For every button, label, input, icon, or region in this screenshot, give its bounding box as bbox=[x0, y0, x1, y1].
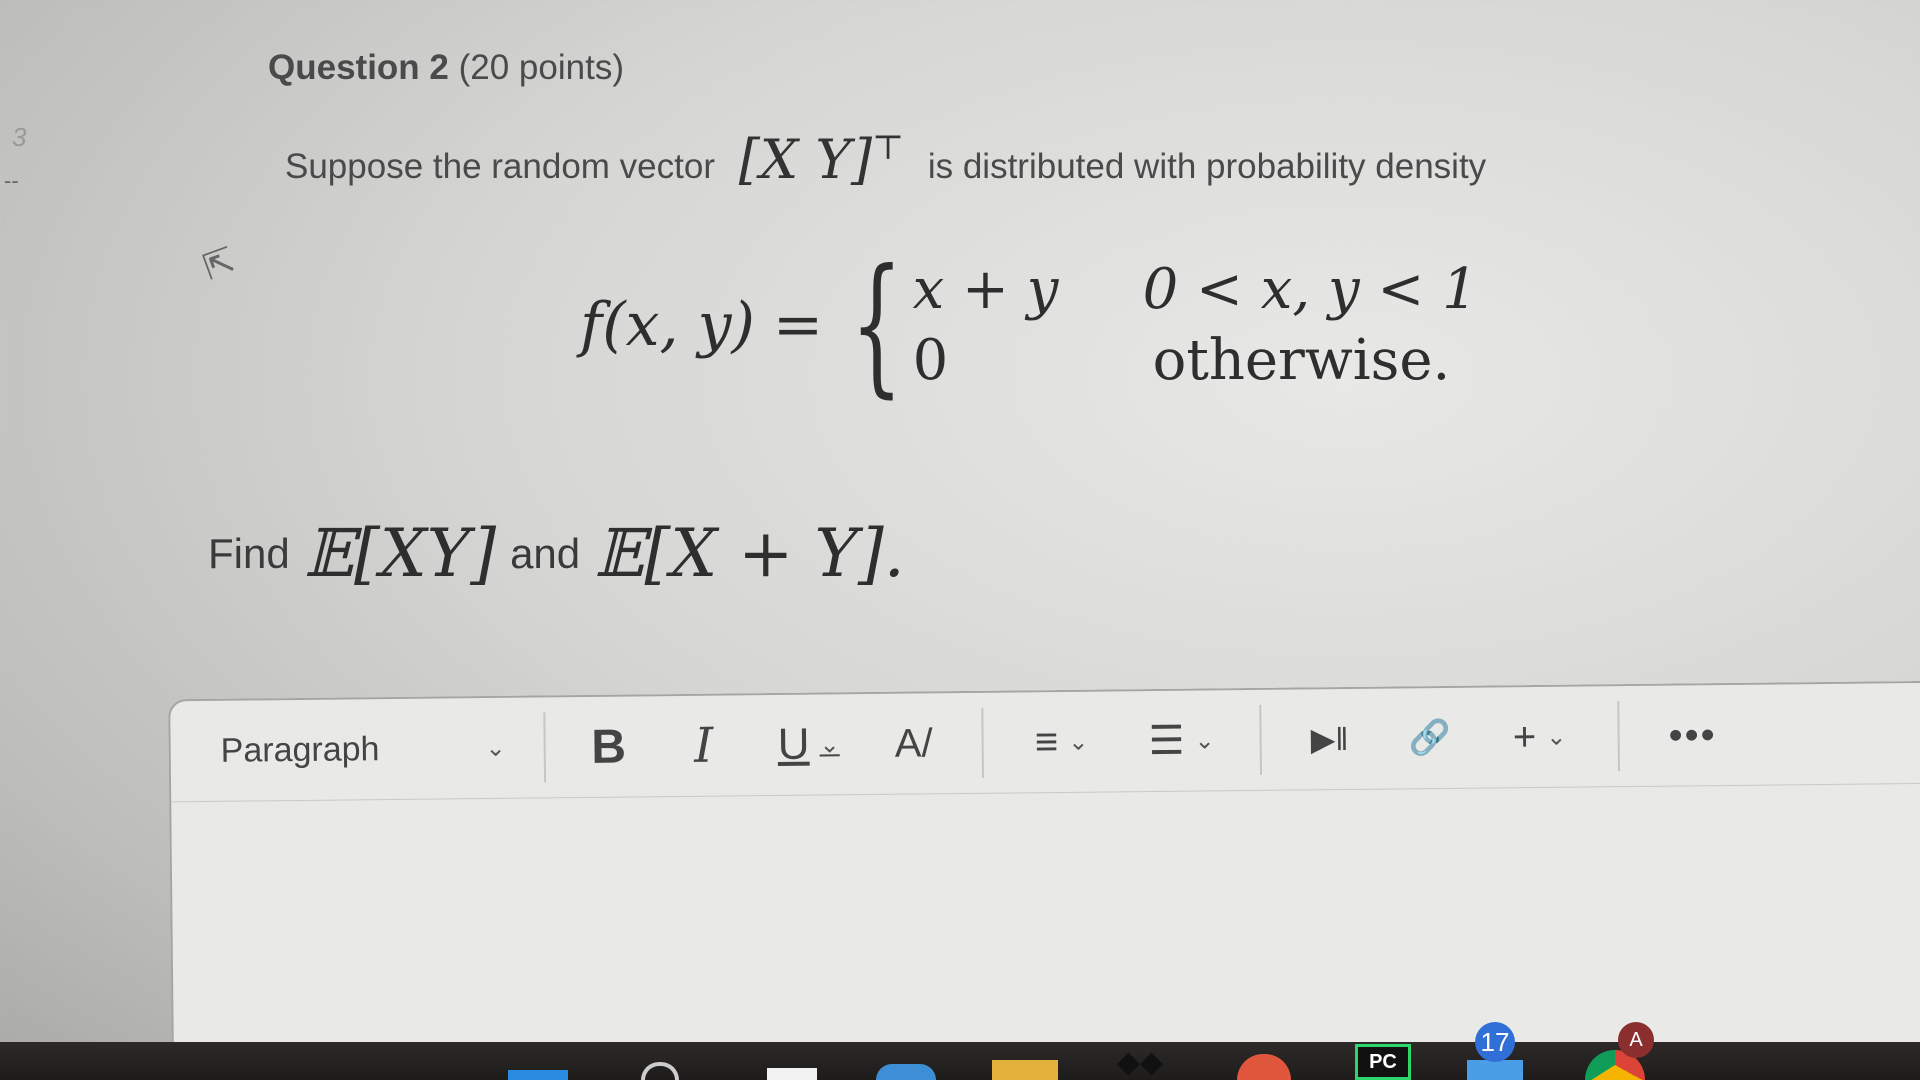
link-button[interactable]: 🔗 bbox=[1379, 703, 1480, 774]
align-left-icon: ≡ bbox=[1034, 719, 1059, 764]
brave-icon[interactable] bbox=[1235, 1044, 1293, 1080]
toolbar-divider bbox=[1617, 701, 1620, 772]
more-icon: ••• bbox=[1668, 712, 1717, 758]
case1-condition: 0 < x, y < 1 bbox=[1142, 257, 1478, 322]
toolbar-divider bbox=[1259, 704, 1263, 775]
editor-toolbar: Paragraph ⌄ B I U ⌄ A/ ≡ ⌄ ☰ ⌄ ▶‖ 🔗 + ⌄ bbox=[170, 682, 1920, 803]
editor-content-area[interactable] bbox=[171, 783, 1920, 1062]
expectation-xy: 𝔼[XY] bbox=[303, 515, 497, 592]
intro-after: is distributed with probability density bbox=[927, 147, 1487, 186]
windows-start-icon[interactable] bbox=[505, 1044, 571, 1080]
paragraph-style-dropdown[interactable]: Paragraph ⌄ bbox=[170, 713, 526, 787]
pointer-cursor-icon: ⇱ bbox=[197, 239, 241, 288]
formula-equals: = bbox=[772, 290, 824, 360]
link-icon: 🔗 bbox=[1408, 718, 1451, 758]
chevron-down-icon: ⌄ bbox=[819, 730, 840, 759]
pycharm-label: PC bbox=[1355, 1044, 1411, 1080]
density-formula: f(x, y) = { x + y 0 < x, y < 1 0 otherwi… bbox=[580, 250, 1523, 400]
case2-expression: 0 bbox=[912, 328, 949, 393]
media-icon: ▶‖ bbox=[1310, 720, 1349, 758]
more-options-button[interactable]: ••• bbox=[1637, 700, 1748, 771]
find-prefix: Find bbox=[208, 529, 290, 577]
browser-edge-icon[interactable] bbox=[875, 1044, 937, 1080]
profile-avatar: A bbox=[1618, 1022, 1654, 1058]
plus-icon: + bbox=[1512, 714, 1537, 759]
rich-text-editor: Paragraph ⌄ B I U ⌄ A/ ≡ ⌄ ☰ ⌄ ▶‖ 🔗 + ⌄ bbox=[168, 680, 1920, 1062]
expectation-x-plus-y: 𝔼[X + Y]. bbox=[594, 515, 905, 592]
media-button[interactable]: ▶‖ bbox=[1279, 704, 1380, 775]
search-icon[interactable] bbox=[640, 1044, 680, 1080]
list-dropdown[interactable]: ☰ ⌄ bbox=[1121, 705, 1242, 776]
insert-dropdown[interactable]: + ⌄ bbox=[1479, 701, 1600, 772]
underline-icon: U bbox=[777, 719, 810, 769]
italic-button[interactable]: I bbox=[653, 710, 754, 781]
bold-button[interactable]: B bbox=[563, 711, 654, 782]
intro-before: Suppose the random vector bbox=[285, 147, 715, 186]
task-view-icon[interactable] bbox=[765, 1044, 819, 1080]
chevron-down-icon: ⌄ bbox=[1068, 728, 1089, 756]
pycharm-icon[interactable]: PC bbox=[1355, 1044, 1411, 1080]
case1-expression: x + y bbox=[912, 257, 1059, 322]
random-vector: [X Y]⊤ bbox=[739, 128, 904, 191]
toolbar-divider bbox=[543, 712, 547, 783]
dropbox-icon[interactable]: ◆◆ bbox=[1110, 1044, 1170, 1080]
side-question-number: 3 bbox=[12, 122, 27, 152]
bullet-list-icon: ☰ bbox=[1148, 718, 1185, 764]
vector-text: [X Y] bbox=[738, 128, 873, 191]
align-dropdown[interactable]: ≡ ⌄ bbox=[1001, 706, 1122, 777]
formula-brace: { bbox=[850, 238, 904, 412]
find-prompt: Find 𝔼[XY] and 𝔼[X + Y]. bbox=[208, 515, 919, 592]
question-title-text: Question 2 bbox=[268, 48, 449, 87]
question-title: Question 2 (20 points) bbox=[268, 48, 624, 88]
formula-lhs: f(x, y) bbox=[580, 290, 755, 360]
file-explorer-icon[interactable] bbox=[990, 1044, 1060, 1080]
question-intro: Suppose the random vector [X Y]⊤ is dist… bbox=[285, 128, 1486, 191]
find-conjunction: and bbox=[510, 529, 581, 577]
underline-button[interactable]: U ⌄ bbox=[753, 709, 864, 780]
toolbar-divider bbox=[981, 707, 985, 778]
chevron-down-icon: ⌄ bbox=[1194, 726, 1215, 755]
chevron-down-icon: ⌄ bbox=[1546, 723, 1567, 751]
chevron-down-icon: ⌄ bbox=[485, 734, 506, 762]
side-dash: -- bbox=[4, 168, 19, 193]
formula-cases: x + y 0 < x, y < 1 0 otherwise. bbox=[913, 257, 1523, 393]
case2-condition: otherwise. bbox=[1152, 328, 1451, 393]
text-color-button[interactable]: A/ bbox=[863, 708, 964, 779]
transpose-symbol: ⊤ bbox=[872, 128, 905, 168]
paragraph-style-label: Paragraph bbox=[220, 729, 380, 770]
question-points: (20 points) bbox=[458, 48, 624, 87]
notification-badge: 17 bbox=[1475, 1022, 1515, 1062]
